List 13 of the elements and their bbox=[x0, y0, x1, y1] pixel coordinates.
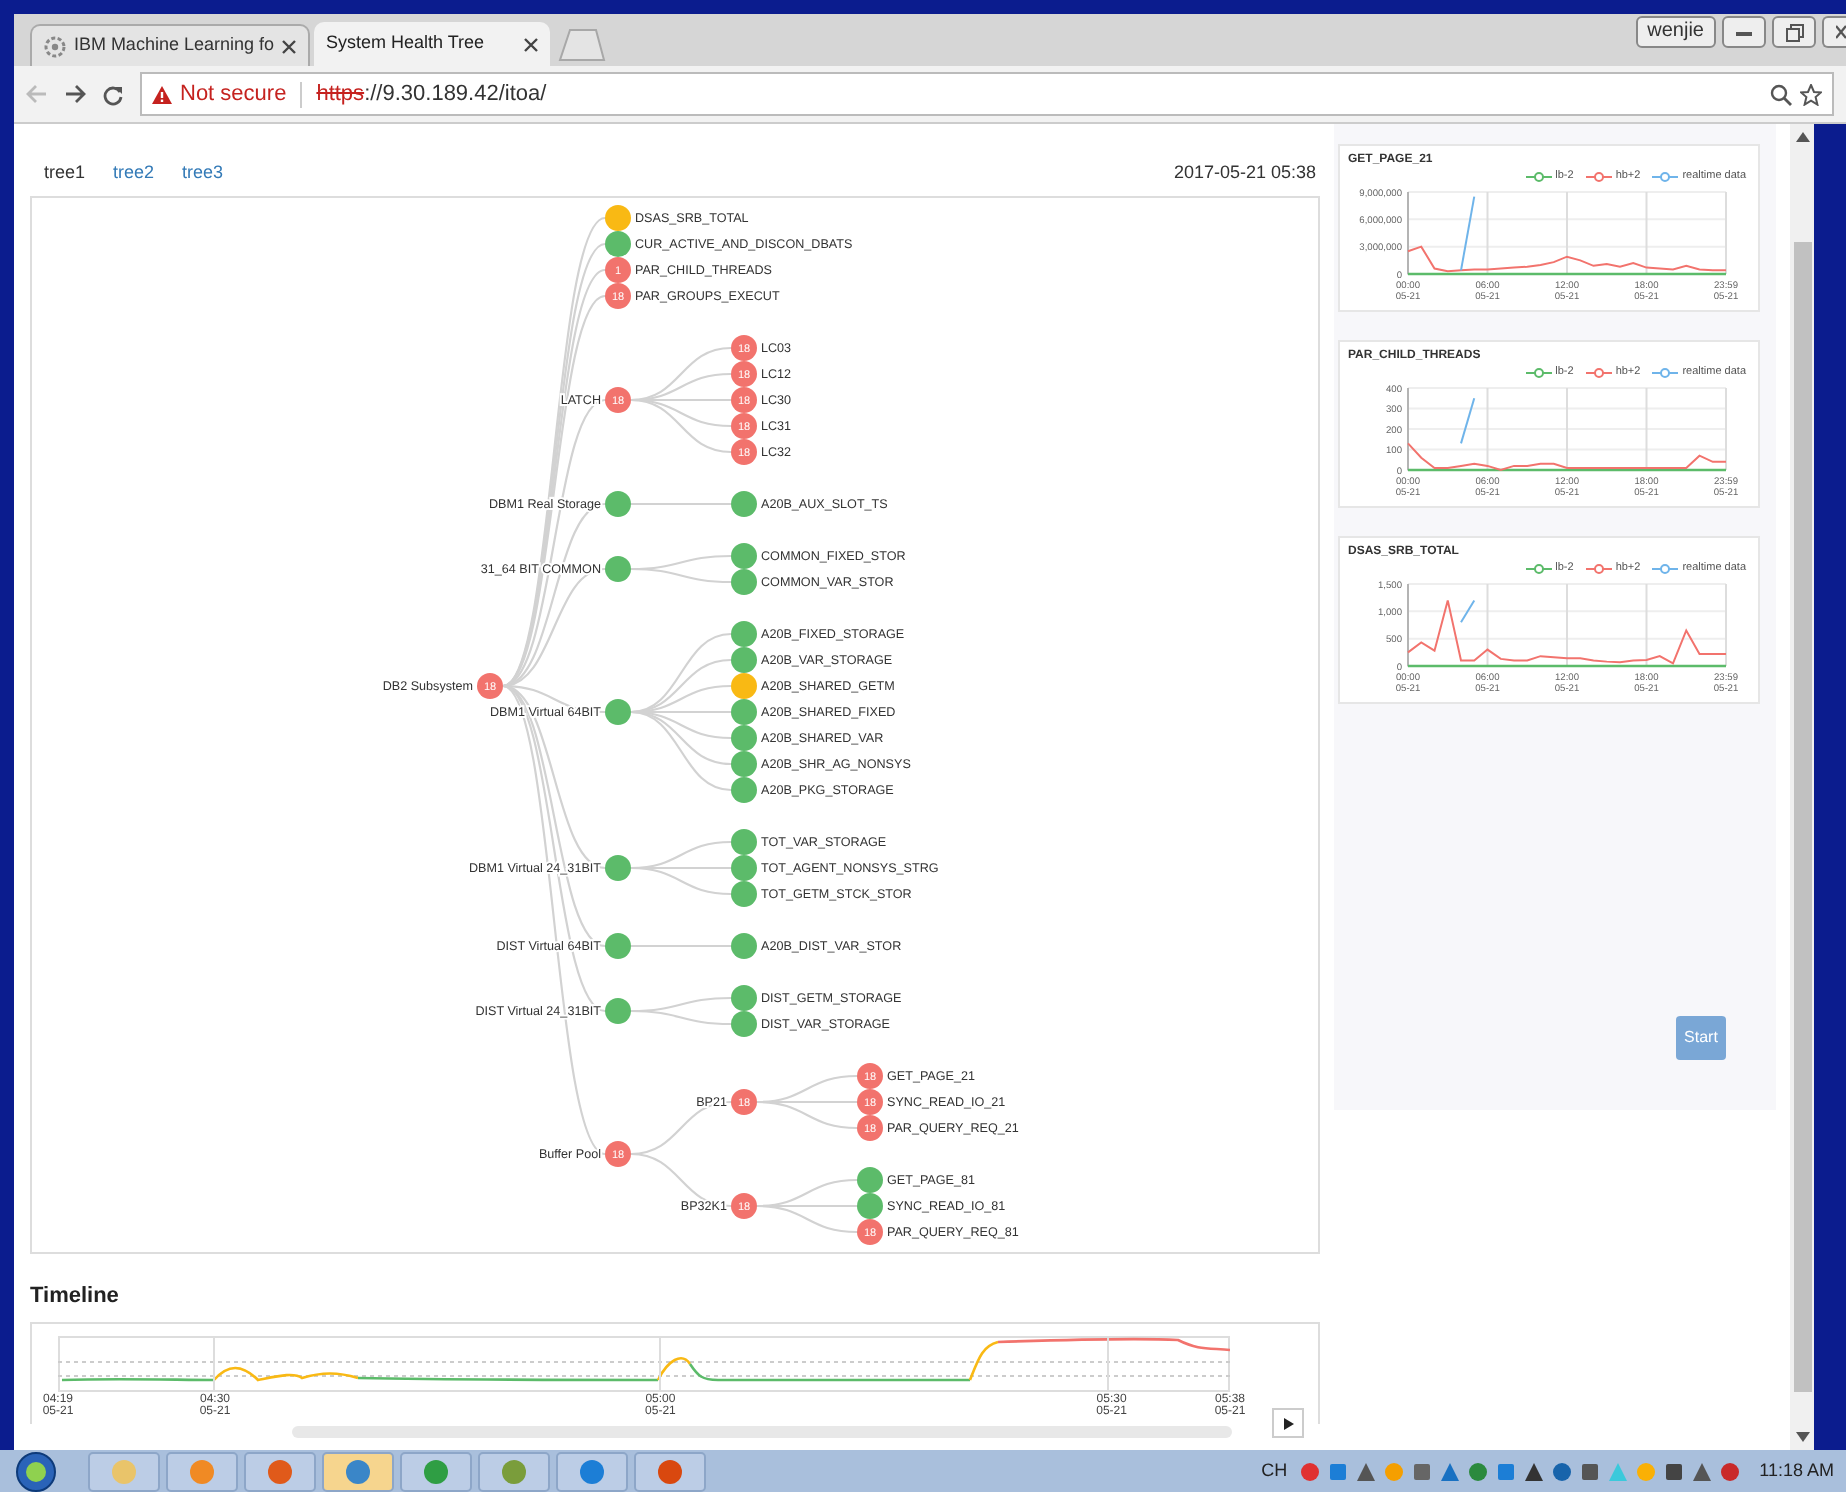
browser-tab[interactable]: IBM Machine Learning fo bbox=[30, 24, 310, 66]
tab[interactable]: tree1 bbox=[44, 160, 86, 188]
security-label: Not secure bbox=[180, 79, 287, 110]
address-bar[interactable]: Not secure https://9.30.189.42/itoa/ bbox=[140, 72, 1834, 116]
clock[interactable]: 11:18 AM bbox=[1759, 1457, 1834, 1485]
tab[interactable]: tree2 bbox=[113, 160, 155, 188]
language-indicator[interactable]: CH bbox=[1261, 1457, 1288, 1485]
timestamp: 2017-05-21 05:38 bbox=[1173, 160, 1316, 187]
tab[interactable]: tree3 bbox=[182, 160, 224, 188]
section-heading: Timeline bbox=[30, 1282, 121, 1310]
browser-tab[interactable]: System Health Tree bbox=[314, 22, 550, 66]
profile-button[interactable]: wenjie bbox=[1635, 16, 1716, 48]
url-text: https://9.30.189.42/itoa/ bbox=[316, 79, 547, 110]
